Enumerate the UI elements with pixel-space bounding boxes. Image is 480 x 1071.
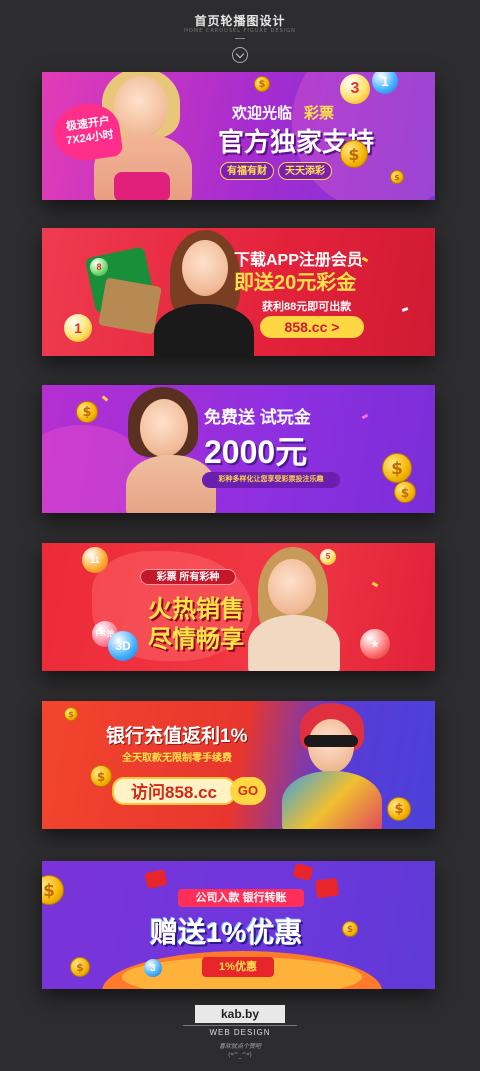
footer-emoticon: (*^_^*) <box>228 1052 252 1059</box>
promo-line-2: 尽情畅享 <box>148 626 244 653</box>
model-face <box>140 399 188 457</box>
coin-icon <box>382 453 412 483</box>
footer-brand[interactable]: kab.by <box>195 1005 285 1023</box>
lottery-ball-icon: 11 <box>82 547 108 573</box>
go-button[interactable]: GO <box>230 777 266 805</box>
confetti <box>361 413 369 420</box>
page-subtitle: HOME CAROUSEL FIGURE DESIGN <box>184 28 296 34</box>
coin-icon <box>390 170 404 184</box>
model-top <box>114 172 170 200</box>
banner-2[interactable]: 1 8 下载APP注册会员 即送20元彩金 获利88元即可出款 858.cc > <box>42 228 435 356</box>
red-envelope-icon <box>144 869 168 889</box>
promo-line-2: 全天取款无限制零手续费 <box>122 753 232 764</box>
lottery-ball-icon: 1 <box>64 314 92 342</box>
banner-3[interactable]: 免费送 试玩金 2000元 彩种多样化让您享受彩票投注乐趣 <box>42 385 435 513</box>
coin-icon <box>342 921 358 937</box>
model-face <box>268 559 316 615</box>
coin-icon <box>340 140 368 168</box>
welcome-text: 欢迎光临 <box>232 105 293 122</box>
coin-icon <box>76 401 98 423</box>
coin-icon <box>394 481 416 503</box>
lottery-ball-3d: 3D <box>108 631 138 661</box>
red-envelope-icon <box>314 877 340 899</box>
headline: 赠送1%优惠 <box>150 917 303 948</box>
confetti <box>101 395 109 402</box>
confetti <box>401 307 409 312</box>
red-envelope-icon <box>292 863 314 881</box>
coin-icon <box>90 765 112 787</box>
header-divider <box>235 38 245 39</box>
promo-line-2: 即送20元彩金 <box>234 272 357 294</box>
promo-line-1: 免费送 试玩金 <box>204 408 311 427</box>
category-tag: 彩票 所有彩种 <box>140 569 236 585</box>
lottery-ball-icon: ★ <box>360 629 390 659</box>
coin-icon <box>42 875 64 905</box>
brand-text: 彩票 <box>304 105 335 122</box>
footer-divider <box>183 1025 297 1026</box>
coin-icon <box>70 957 90 977</box>
model-face <box>114 76 168 138</box>
coin-icon <box>64 707 78 721</box>
visit-button[interactable]: 访问858.cc <box>112 777 236 805</box>
promo-line-1: 银行充值返利1% <box>106 726 248 747</box>
banner-6[interactable]: 公司入款 银行转账 赠送1%优惠 1%优惠 3 <box>42 861 435 989</box>
lottery-ball-icon: 3 <box>144 959 162 977</box>
page-header: 首页轮播图设计 HOME CAROUSEL FIGURE DESIGN <box>0 0 480 70</box>
sunglasses <box>304 735 358 747</box>
model-face <box>182 240 228 296</box>
payment-tag: 公司入款 银行转账 <box>178 889 304 907</box>
cash-pile <box>98 277 162 335</box>
lottery-ball-icon: 3 <box>340 74 370 104</box>
banner-1[interactable]: 极速开户 7X24小时 欢迎光临 彩票 官方独家支持 有福有财 天天添彩 3 1 <box>42 72 435 200</box>
coin-icon <box>387 797 411 821</box>
lottery-ball-icon: 8 <box>90 258 108 276</box>
confetti <box>371 581 379 588</box>
promo-amount: 2000元 <box>204 434 308 470</box>
footer-web-design: WEB DESIGN <box>209 1028 271 1037</box>
tag-pill-1: 有福有财 <box>220 162 274 180</box>
model-body <box>154 304 254 356</box>
chevron-down-icon[interactable] <box>232 47 248 63</box>
url-button[interactable]: 858.cc > <box>260 316 364 338</box>
discount-badge: 1%优惠 <box>202 957 274 977</box>
lottery-ball-icon: 5 <box>320 549 336 565</box>
page-title: 首页轮播图设计 <box>194 14 286 28</box>
banner-5[interactable]: 银行充值返利1% 全天取款无限制零手续费 访问858.cc GO <box>42 701 435 829</box>
promo-line-3: 获利88元即可出款 <box>262 301 352 313</box>
promo-note: 彩种多样化让您享受彩票投注乐趣 <box>202 472 340 488</box>
banner-4[interactable]: 11 PK拾 3D 彩票 所有彩种 火热销售 尽情畅享 ★ 5 <box>42 543 435 671</box>
model-body <box>282 771 382 829</box>
tag-pill-2: 天天添彩 <box>278 162 332 180</box>
model-body <box>248 615 340 671</box>
coin-icon <box>254 76 270 92</box>
footer-note: 喜欢就点个赞吧 <box>218 1043 261 1050</box>
